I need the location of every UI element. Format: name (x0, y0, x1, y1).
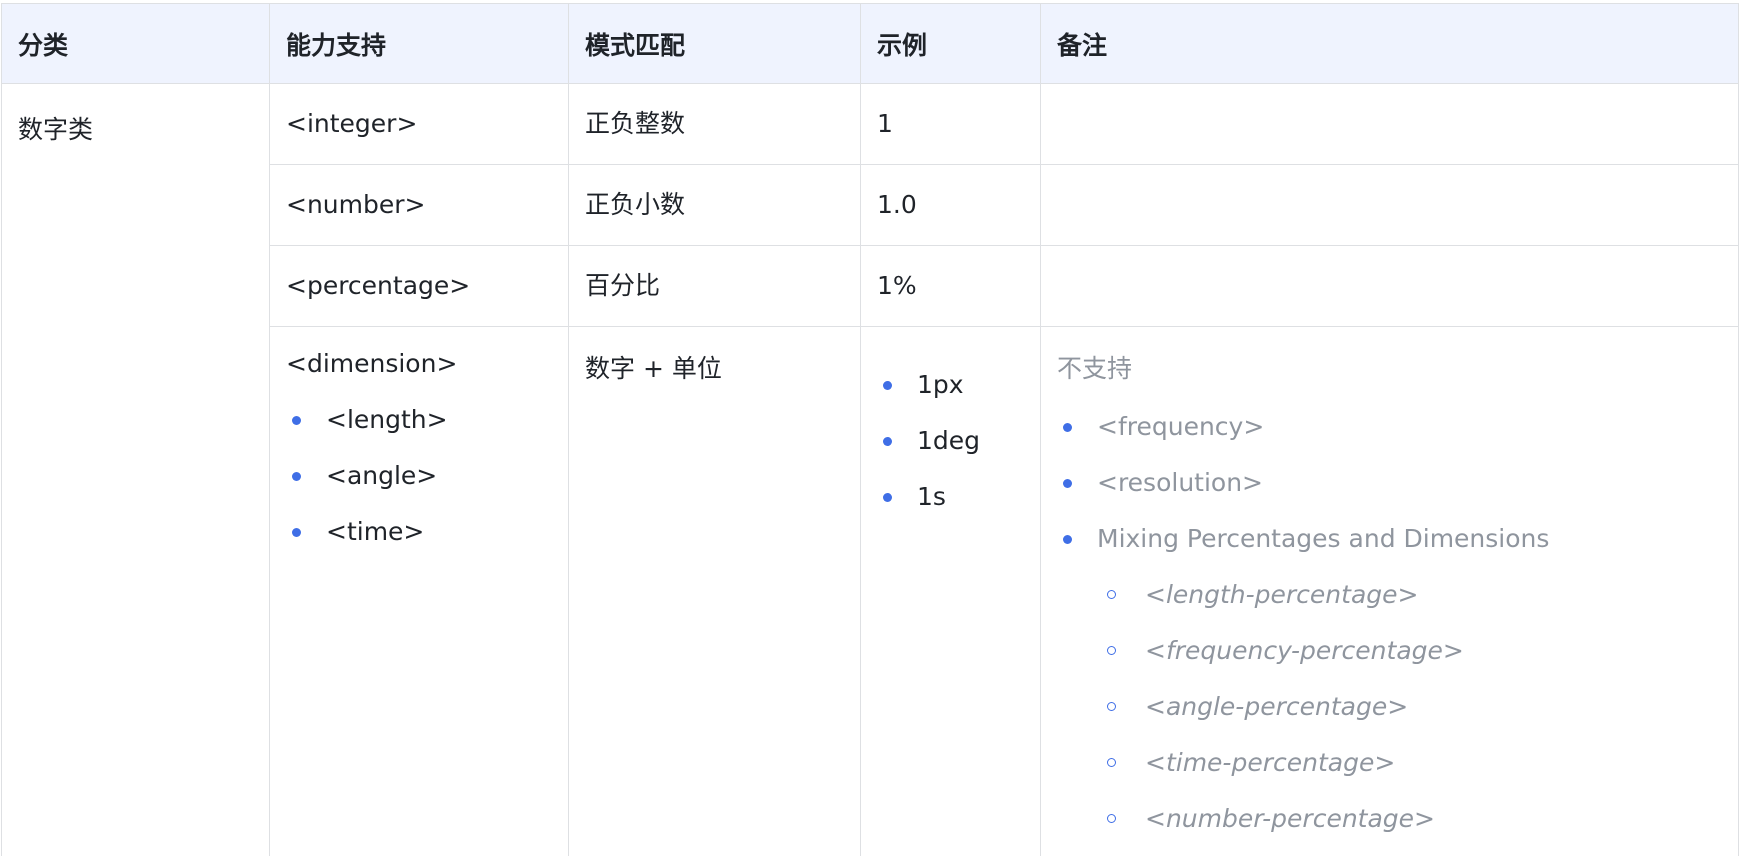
bullet-ring-icon (1107, 814, 1116, 823)
note-cell (1040, 83, 1739, 165)
header-category: 分类 (1, 3, 270, 84)
sub-list-item-label: <frequency-percentage> (1145, 636, 1464, 665)
support-cell: <integer> (269, 83, 569, 165)
list-item: 1s (877, 469, 1024, 525)
list-item-label: 1px (917, 370, 964, 399)
note-cell (1040, 245, 1739, 327)
bullet-dot-icon (1063, 479, 1072, 488)
example-cell: 1 (860, 83, 1041, 165)
support-cell: <dimension> <length> <angle> <time> (269, 326, 569, 856)
note-cell (1040, 164, 1739, 246)
list-item: Mixing Percentages and Dimensions (1057, 511, 1722, 567)
bullet-dot-icon (1063, 423, 1072, 432)
table-row: 数字类 <integer> 正负整数 1 (1, 83, 1739, 856)
example-cell: 1.0 (860, 164, 1041, 246)
list-item-label: <frequency> (1097, 412, 1265, 441)
list-item: <time> (286, 504, 552, 560)
list-item: <angle> (286, 448, 552, 504)
list-item-label: <length> (326, 405, 448, 434)
list-item: 1deg (877, 413, 1024, 469)
bullet-ring-icon (1107, 702, 1116, 711)
bullet-ring-icon (1107, 758, 1116, 767)
list-item-label: <angle> (326, 461, 438, 490)
list-item-label: <time> (326, 517, 425, 546)
header-support: 能力支持 (269, 3, 569, 84)
pattern-text: 数字 + 单位 (585, 354, 722, 383)
pattern-cell: 百分比 (568, 245, 861, 327)
bullet-ring-icon (1107, 646, 1116, 655)
list-item: <frequency> (1057, 399, 1722, 455)
sub-list-item-label: <time-percentage> (1145, 748, 1396, 777)
list-item-label: <resolution> (1097, 468, 1264, 497)
example-cell: 1px 1deg 1s (860, 326, 1041, 856)
bullet-dot-icon (292, 472, 301, 481)
support-cell: <number> (269, 164, 569, 246)
bullet-dot-icon (292, 528, 301, 537)
list-item: 1px (877, 357, 1024, 413)
bullet-ring-icon (1107, 590, 1116, 599)
list-item-label: 1deg (917, 426, 981, 455)
bullet-dot-icon (883, 437, 892, 446)
note-sublist: <length-percentage> <frequency-percentag… (1057, 567, 1722, 847)
example-cell: 1% (860, 245, 1041, 327)
list-item-label: 1s (917, 482, 946, 511)
dimension-title: <dimension> (286, 349, 458, 378)
note-list: <frequency> <resolution> Mixing Percenta… (1057, 399, 1722, 567)
pattern-cell: 数字 + 单位 (568, 326, 861, 856)
bullet-dot-icon (292, 416, 301, 425)
sub-list-item: <angle-percentage> (1057, 679, 1722, 735)
note-cell: 不支持 <frequency> <resolution> Mixing Perc… (1040, 326, 1739, 856)
sub-list-item: <frequency-percentage> (1057, 623, 1722, 679)
list-item: <resolution> (1057, 455, 1722, 511)
capability-table: 分类 能力支持 模式匹配 示例 备注 数字类 <integer> 正负整数 1 … (1, 3, 1739, 856)
sub-list-item-label: <angle-percentage> (1145, 692, 1409, 721)
support-cell: <percentage> (269, 245, 569, 327)
pattern-cell: 正负小数 (568, 164, 861, 246)
list-item: <length> (286, 392, 552, 448)
sub-list-item: <number-percentage> (1057, 791, 1722, 847)
example-list: 1px 1deg 1s (877, 357, 1024, 525)
support-list: <length> <angle> <time> (286, 392, 552, 560)
bullet-dot-icon (883, 493, 892, 502)
header-pattern: 模式匹配 (568, 3, 861, 84)
sub-list-item: <time-percentage> (1057, 735, 1722, 791)
category-cell: 数字类 (1, 83, 270, 856)
sub-list-item-label: <length-percentage> (1145, 580, 1419, 609)
header-row: 分类 能力支持 模式匹配 示例 备注 (1, 3, 1739, 84)
list-item-label: Mixing Percentages and Dimensions (1097, 524, 1550, 553)
header-note: 备注 (1040, 3, 1739, 84)
sub-list-item: <length-percentage> (1057, 567, 1722, 623)
bullet-dot-icon (883, 381, 892, 390)
page: 分类 能力支持 模式匹配 示例 备注 数字类 <integer> 正负整数 1 … (0, 0, 1740, 856)
sub-list-item-label: <number-percentage> (1145, 804, 1435, 833)
bullet-dot-icon (1063, 535, 1072, 544)
note-title: 不支持 (1057, 354, 1133, 383)
header-example: 示例 (860, 3, 1041, 84)
pattern-cell: 正负整数 (568, 83, 861, 165)
